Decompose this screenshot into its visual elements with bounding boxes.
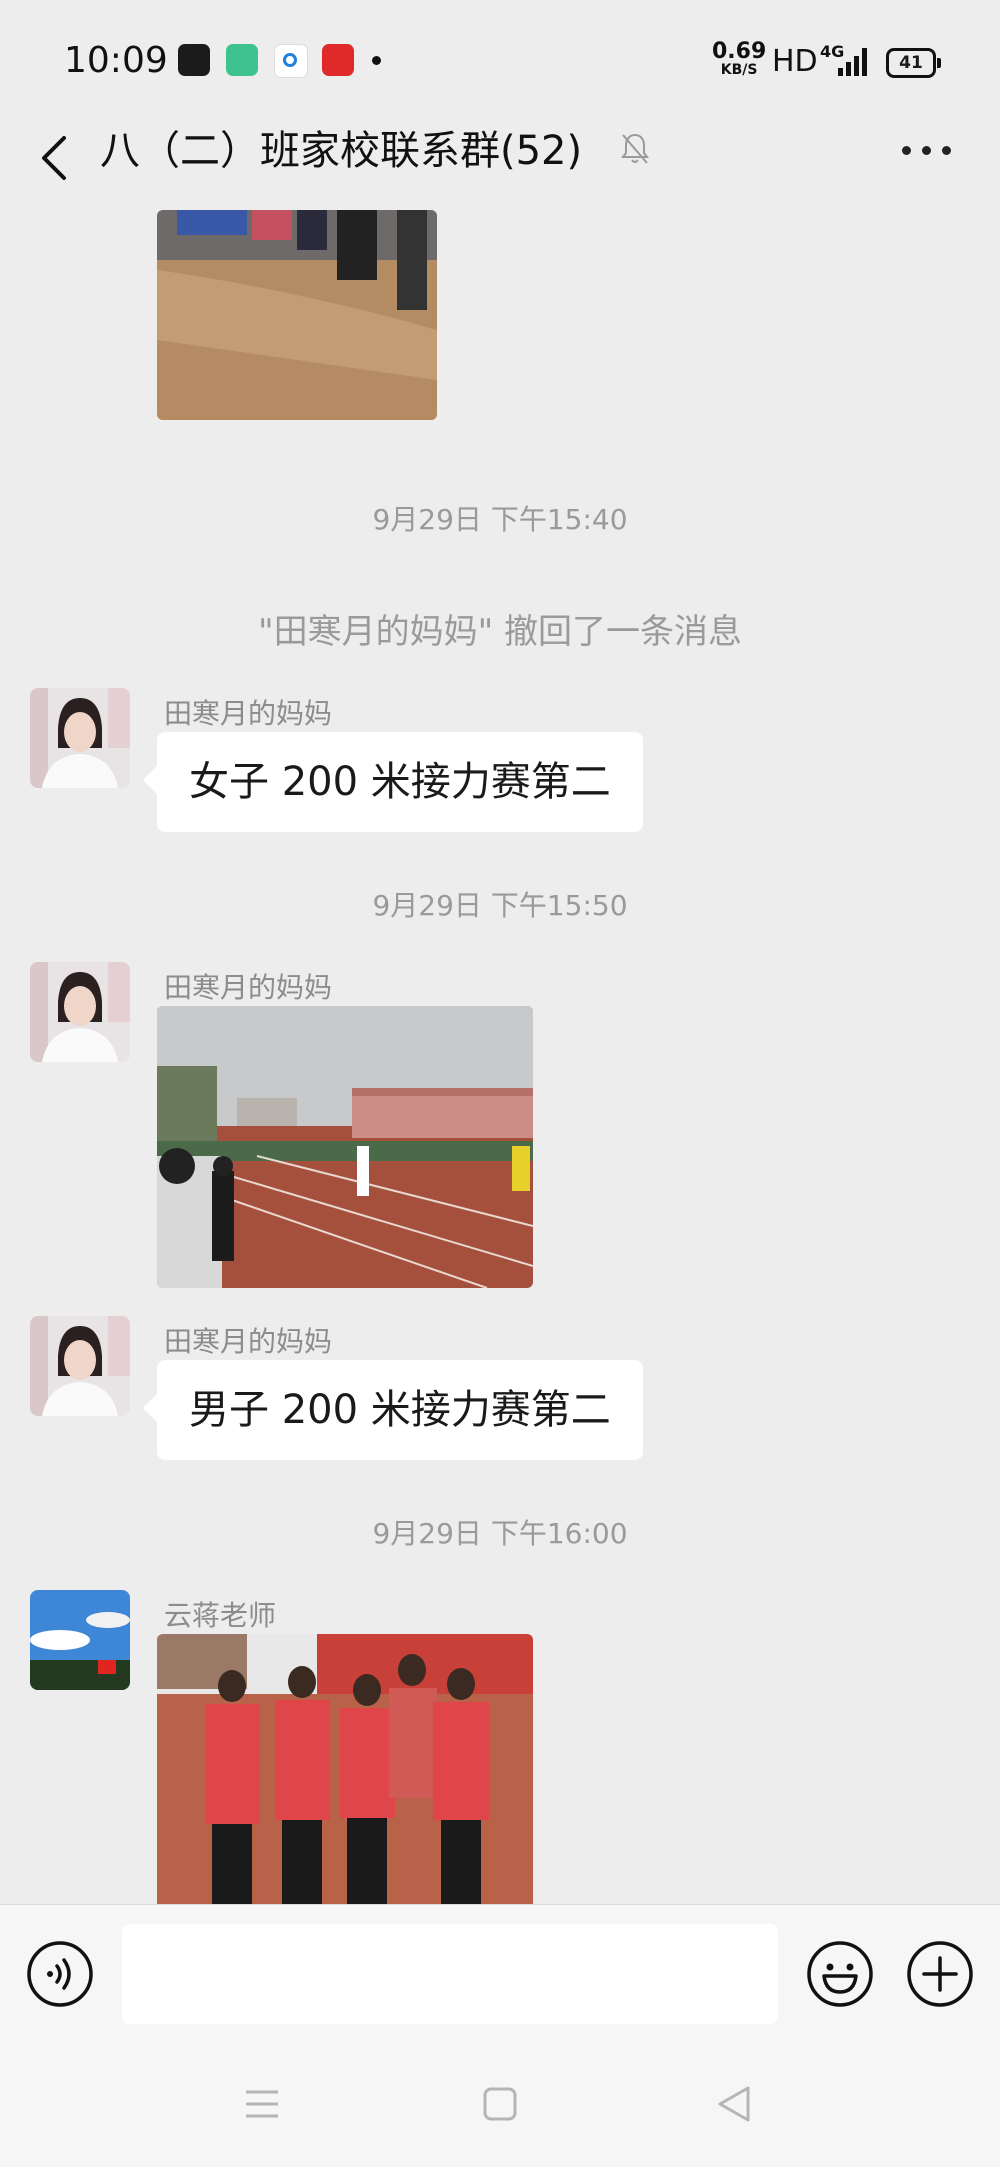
sender-name: 田寒月的妈妈 — [164, 971, 333, 1004]
network-speed: 0.69 KB/S — [712, 39, 767, 79]
app-notification-icon — [274, 44, 308, 78]
menu-icon[interactable] — [242, 2088, 282, 2120]
home-icon[interactable] — [482, 2086, 518, 2122]
battery-icon: 41 — [886, 48, 941, 78]
back-triangle-icon[interactable] — [716, 2084, 752, 2124]
bell-off-icon — [621, 133, 649, 164]
message-photo-track[interactable] — [157, 1006, 533, 1288]
status-bar: 10:09 0.69 KB/S HD 4G 41 — [0, 0, 1000, 120]
plus-icon[interactable] — [906, 1940, 974, 2008]
sender-name: 田寒月的妈妈 — [164, 1325, 333, 1358]
emoji-icon[interactable] — [806, 1940, 874, 2008]
avatar[interactable] — [30, 1316, 130, 1416]
app-notification-icon — [322, 44, 354, 76]
sender-name: 田寒月的妈妈 — [164, 697, 333, 730]
back-icon[interactable] — [36, 128, 76, 188]
speed-value: 0.69 — [712, 39, 767, 64]
chat-messages[interactable]: 9月29日 下午15:40 "田寒月的妈妈" 撤回了一条消息 田寒月的妈妈 女子… — [0, 210, 1000, 1904]
timestamp: 9月29日 下午15:40 — [372, 503, 628, 536]
voice-icon[interactable] — [26, 1940, 94, 2008]
more-dots-icon[interactable] — [902, 146, 952, 158]
avatar[interactable] — [30, 962, 130, 1062]
status-time: 10:09 — [64, 40, 168, 81]
timestamp: 9月29日 下午16:00 — [372, 1517, 628, 1550]
more-notifications-dot — [372, 56, 381, 65]
hd-indicator: HD — [772, 44, 818, 79]
message-bubble[interactable]: 男子 200 米接力赛第二 — [143, 1360, 643, 1460]
app-notification-icon — [226, 44, 258, 76]
message-bubble[interactable]: 女子 200 米接力赛第二 — [143, 732, 643, 832]
avatar-teacher[interactable] — [30, 1590, 130, 1690]
message-input[interactable] — [122, 1924, 778, 2024]
sender-name: 云蒋老师 — [164, 1599, 277, 1632]
signal-icon — [838, 46, 872, 76]
app-notification-icon — [178, 44, 210, 76]
message-photo-field[interactable] — [157, 210, 437, 420]
timestamp: 9月29日 下午15:50 — [372, 889, 628, 922]
speed-unit: KB/S — [720, 62, 758, 78]
message-photo-group[interactable] — [157, 1634, 533, 1904]
chat-title: 八（二）班家校联系群(52) — [100, 128, 583, 174]
avatar[interactable] — [30, 688, 130, 788]
recall-notice: "田寒月的妈妈" 撤回了一条消息 — [257, 612, 743, 652]
